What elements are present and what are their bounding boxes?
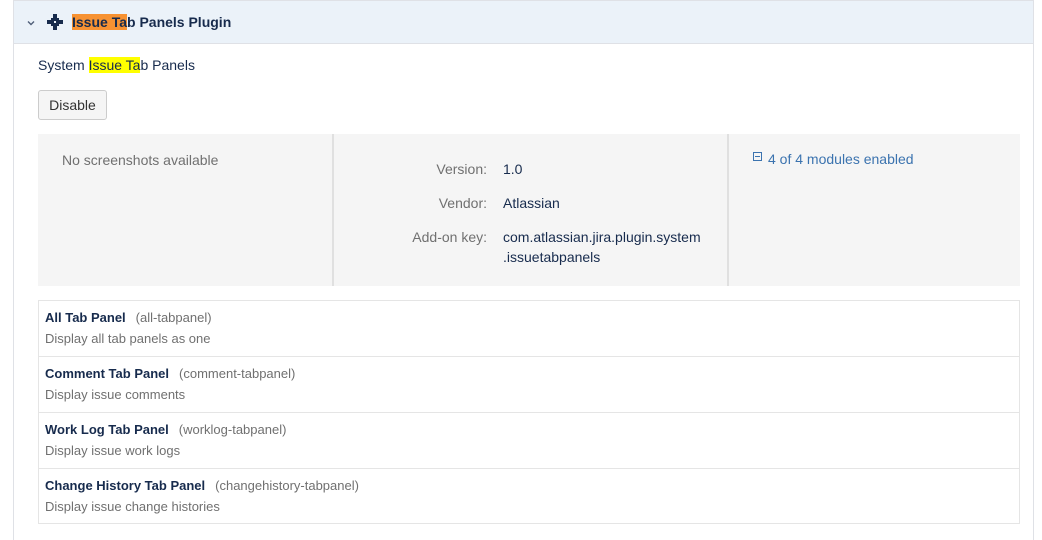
module-description: Display all tab panels as one xyxy=(45,331,211,346)
desc-rest: b Panels xyxy=(140,57,195,73)
disable-button[interactable]: Disable xyxy=(38,90,107,120)
module-key: (all-tabpanel) xyxy=(135,310,212,325)
modules-enabled-link[interactable]: 4 of 4 modules enabled xyxy=(768,151,914,167)
module-key: (worklog-tabpanel) xyxy=(178,422,287,437)
plugin-header[interactable]: Issue Tab Panels Plugin xyxy=(14,1,1033,44)
vendor-value: Atlassian xyxy=(503,195,560,211)
module-key: (changehistory-tabpanel) xyxy=(215,478,359,493)
module-description: Display issue change histories xyxy=(45,499,220,514)
plugin-title[interactable]: Issue Tab Panels Plugin xyxy=(72,14,231,30)
addon-key-label: Add-on key: xyxy=(412,229,487,245)
module-description: Display issue work logs xyxy=(45,443,181,458)
version-value: 1.0 xyxy=(503,161,523,177)
plugin-info: No screenshots available Version: 1.0 Ve… xyxy=(38,134,1020,286)
addon-key-value: com.atlassian.jira.plugin.system .issuet… xyxy=(503,227,713,267)
module-row: All Tab Panel (all-tabpanel) Display all … xyxy=(39,301,1019,357)
chevron-down-icon[interactable] xyxy=(25,17,37,29)
plugin-description: System Issue Tab Panels xyxy=(38,57,195,73)
title-rest: b Panels Plugin xyxy=(127,14,232,30)
module-title: Change History Tab Panel xyxy=(45,478,206,493)
module-title: Comment Tab Panel xyxy=(45,366,170,381)
addon-key-line1: com.atlassian.jira.plugin.system xyxy=(503,229,701,245)
module-row: Change History Tab Panel (changehistory-t… xyxy=(39,469,1019,525)
collapse-square-icon[interactable] xyxy=(753,152,762,161)
plugin-panel: Issue Tab Panels Plugin System Issue Tab… xyxy=(13,0,1034,540)
modules-list: All Tab Panel (all-tabpanel) Display all … xyxy=(38,300,1020,524)
module-name: Work Log Tab Panel (worklog-tabpanel) xyxy=(45,422,286,437)
module-title: Work Log Tab Panel xyxy=(45,422,169,437)
module-row: Comment Tab Panel (comment-tabpanel) Disp… xyxy=(39,357,1019,413)
module-name: All Tab Panel (all-tabpanel) xyxy=(45,310,212,325)
module-description: Display issue comments xyxy=(45,387,186,402)
addon-key-line2: .issuetabpanels xyxy=(503,249,601,265)
column-divider xyxy=(727,134,729,286)
no-screenshots-text: No screenshots available xyxy=(62,152,219,168)
column-divider xyxy=(332,134,334,286)
module-name: Comment Tab Panel (comment-tabpanel) xyxy=(45,366,295,381)
desc-highlight: Issue Ta xyxy=(88,57,141,73)
desc-prefix: System xyxy=(38,57,89,73)
version-label: Version: xyxy=(436,161,487,177)
module-key: (comment-tabpanel) xyxy=(179,366,296,381)
module-row: Work Log Tab Panel (worklog-tabpanel) Dis… xyxy=(39,413,1019,469)
title-highlight: Issue Ta xyxy=(72,14,127,30)
module-title: All Tab Panel xyxy=(45,310,126,325)
vendor-label: Vendor: xyxy=(438,195,487,211)
plugin-icon xyxy=(47,14,63,30)
module-name: Change History Tab Panel (changehistory-t… xyxy=(45,478,359,493)
